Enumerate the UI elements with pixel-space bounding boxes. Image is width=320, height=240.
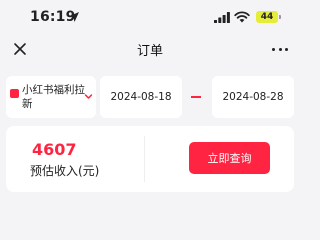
- date-range-separator: [191, 96, 201, 98]
- nav-bar: 订单: [0, 34, 300, 64]
- income-summary-card: 4607 预估收入(元) 立即查询: [6, 126, 294, 192]
- card-divider: [144, 136, 145, 182]
- status-bar: 16:19 44: [0, 0, 300, 34]
- more-icon[interactable]: [272, 46, 288, 52]
- end-date-field[interactable]: 2024-08-28: [212, 76, 294, 118]
- battery-icon: 44: [256, 11, 278, 23]
- more-dot: [272, 47, 275, 51]
- more-dot: [285, 47, 288, 51]
- filter-row: 小红书福利拉新 2024-08-18 2024-08-28: [0, 76, 300, 118]
- estimated-income-label: 预估收入(元): [30, 164, 100, 178]
- platform-select[interactable]: 小红书福利拉新: [6, 76, 96, 118]
- query-now-button[interactable]: 立即查询: [189, 142, 270, 174]
- wifi-icon: [234, 11, 250, 23]
- close-icon[interactable]: [13, 42, 27, 56]
- signal-icon: [214, 12, 230, 23]
- estimated-income-value: 4607: [32, 140, 77, 159]
- start-date-field[interactable]: 2024-08-18: [100, 76, 182, 118]
- location-arrow-icon: [69, 12, 79, 22]
- platform-label: 小红书福利拉新: [22, 84, 85, 110]
- platform-logo: [10, 88, 19, 98]
- chevron-down-icon: [84, 94, 93, 99]
- battery-cap: [279, 15, 281, 19]
- page-title: 订单: [136, 44, 163, 59]
- more-dot: [278, 47, 282, 51]
